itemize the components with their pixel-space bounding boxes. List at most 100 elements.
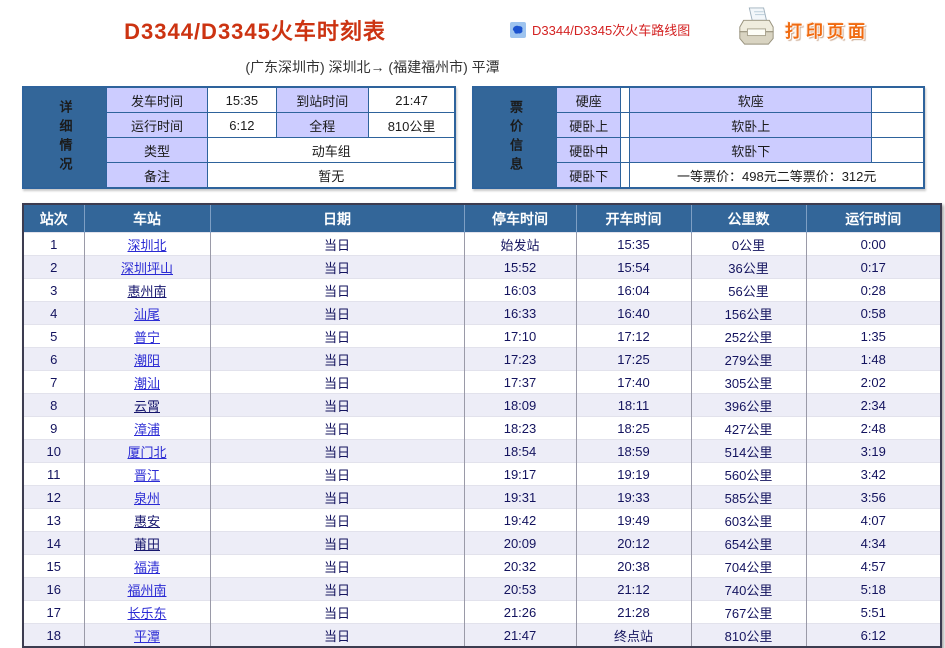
price-box-side-label: 票价信息	[473, 87, 557, 188]
depart-cell: 15:54	[576, 256, 691, 279]
hard-sleeper-middle-label: 硬卧中	[557, 138, 621, 163]
train-type-label: 类型	[107, 138, 208, 163]
date-cell: 当日	[210, 417, 464, 440]
station-cell: 莆田	[84, 532, 210, 555]
station-link[interactable]: 晋江	[134, 468, 160, 483]
station-row: 13惠安当日19:4219:49603公里4:07	[23, 509, 941, 532]
arrive-time-value: 21:47	[368, 87, 455, 113]
title-area: D3344/D3345火车时刻表	[0, 14, 510, 46]
detail-box: 详细情况 发车时间 15:35 到站时间 21:47 运行时间 6:12 全程 …	[22, 86, 456, 189]
station-link[interactable]: 福州南	[127, 583, 166, 598]
depart-cell: 21:28	[576, 601, 691, 624]
station-cell: 平潭	[84, 624, 210, 648]
date-cell: 当日	[210, 532, 464, 555]
no-cell: 13	[23, 509, 84, 532]
time-cell: 5:18	[806, 578, 941, 601]
column-header: 日期	[210, 204, 464, 233]
column-header: 车站	[84, 204, 210, 233]
date-cell: 当日	[210, 302, 464, 325]
route-map-link[interactable]: D3344/D3345次火车路线图	[532, 20, 690, 39]
map-icon	[510, 22, 526, 38]
ticket-price-value: 一等票价：498元二等票价：312元	[630, 163, 924, 189]
timetable-body: 1深圳北当日始发站15:350公里0:002深圳坪山当日15:5215:5436…	[23, 233, 941, 648]
station-cell: 深圳北	[84, 233, 210, 256]
date-cell: 当日	[210, 233, 464, 256]
station-link[interactable]: 惠安	[134, 514, 160, 529]
date-cell: 当日	[210, 348, 464, 371]
no-cell: 17	[23, 601, 84, 624]
station-link[interactable]: 云霄	[134, 399, 160, 414]
station-cell: 泉州	[84, 486, 210, 509]
route-subtitle: (广东深圳市) 深圳北→ (福建福州市) 平潭	[0, 57, 745, 77]
arrive-cell: 19:42	[464, 509, 576, 532]
station-link[interactable]: 深圳坪山	[121, 261, 173, 276]
station-cell: 惠州南	[84, 279, 210, 302]
station-link[interactable]: 长乐东	[127, 606, 166, 621]
arrive-cell: 20:53	[464, 578, 576, 601]
arrive-cell: 16:33	[464, 302, 576, 325]
station-link[interactable]: 潮阳	[134, 353, 160, 368]
km-cell: 585公里	[691, 486, 806, 509]
hard-sleeper-upper-label: 硬卧上	[557, 113, 621, 138]
station-row: 16福州南当日20:5321:12740公里5:18	[23, 578, 941, 601]
date-cell: 当日	[210, 463, 464, 486]
station-cell: 福清	[84, 555, 210, 578]
km-cell: 514公里	[691, 440, 806, 463]
station-link[interactable]: 泉州	[134, 491, 160, 506]
station-link[interactable]: 深圳北	[127, 238, 166, 253]
km-cell: 603公里	[691, 509, 806, 532]
station-link[interactable]: 潮汕	[134, 376, 160, 391]
station-link[interactable]: 莆田	[134, 537, 160, 552]
station-cell: 汕尾	[84, 302, 210, 325]
station-cell: 普宁	[84, 325, 210, 348]
empty-price-cell	[872, 138, 924, 163]
arrive-cell: 15:52	[464, 256, 576, 279]
station-row: 11晋江当日19:1719:19560公里3:42	[23, 463, 941, 486]
empty-price-cell	[620, 163, 629, 189]
time-cell: 1:48	[806, 348, 941, 371]
station-row: 8云霄当日18:0918:11396公里2:34	[23, 394, 941, 417]
station-row: 17长乐东当日21:2621:28767公里5:51	[23, 601, 941, 624]
duration-value: 6:12	[207, 113, 276, 138]
station-link[interactable]: 福清	[134, 560, 160, 575]
time-cell: 4:34	[806, 532, 941, 555]
note-label: 备注	[107, 163, 208, 189]
arrive-cell: 17:10	[464, 325, 576, 348]
timetable-header-row: 站次车站日期停车时间开车时间公里数运行时间	[23, 204, 941, 233]
depart-cell: 21:12	[576, 578, 691, 601]
soft-sleeper-lower-label: 软卧下	[630, 138, 872, 163]
station-cell: 潮汕	[84, 371, 210, 394]
date-cell: 当日	[210, 279, 464, 302]
station-cell: 福州南	[84, 578, 210, 601]
time-cell: 3:19	[806, 440, 941, 463]
km-cell: 767公里	[691, 601, 806, 624]
soft-seat-label: 软座	[630, 87, 872, 113]
print-page-button[interactable]: 打印页面	[735, 7, 945, 52]
depart-time-label: 发车时间	[107, 87, 208, 113]
time-cell: 3:42	[806, 463, 941, 486]
time-cell: 0:58	[806, 302, 941, 325]
station-row: 18平潭当日21:47终点站810公里6:12	[23, 624, 941, 648]
station-link[interactable]: 厦门北	[127, 445, 166, 460]
date-cell: 当日	[210, 325, 464, 348]
station-link[interactable]: 平潭	[134, 629, 160, 644]
no-cell: 3	[23, 279, 84, 302]
empty-price-cell	[872, 87, 924, 113]
depart-cell: 20:38	[576, 555, 691, 578]
station-row: 2深圳坪山当日15:5215:5436公里0:17	[23, 256, 941, 279]
no-cell: 9	[23, 417, 84, 440]
station-link[interactable]: 普宁	[134, 330, 160, 345]
depart-cell: 17:40	[576, 371, 691, 394]
info-boxes: 详细情况 发车时间 15:35 到站时间 21:47 运行时间 6:12 全程 …	[22, 86, 925, 189]
depart-cell: 18:25	[576, 417, 691, 440]
date-cell: 当日	[210, 486, 464, 509]
station-link[interactable]: 汕尾	[134, 307, 160, 322]
no-cell: 1	[23, 233, 84, 256]
station-link[interactable]: 惠州南	[127, 284, 166, 299]
column-header: 开车时间	[576, 204, 691, 233]
km-cell: 654公里	[691, 532, 806, 555]
station-cell: 深圳坪山	[84, 256, 210, 279]
station-link[interactable]: 漳浦	[134, 422, 160, 437]
arrive-cell: 19:31	[464, 486, 576, 509]
no-cell: 18	[23, 624, 84, 648]
